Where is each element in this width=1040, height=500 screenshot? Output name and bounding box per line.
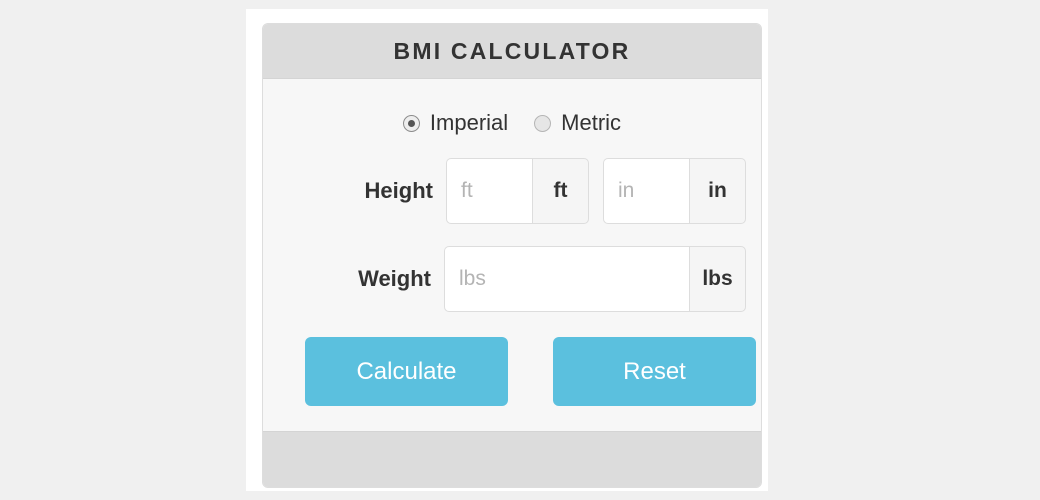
- unit-system-radio-group: Imperial Metric: [263, 79, 761, 136]
- radio-selected-dot-icon: [407, 119, 415, 127]
- bmi-calculator-panel: BMI CALCULATOR Imperial Metric Height ft…: [262, 23, 762, 488]
- calculator-container: BMI CALCULATOR Imperial Metric Height ft…: [246, 9, 768, 491]
- height-label: Height: [364, 178, 433, 203]
- radio-label-metric: Metric: [561, 110, 622, 135]
- weight-input-group: lbs: [444, 246, 746, 312]
- page-title: BMI CALCULATOR: [393, 37, 631, 64]
- radio-label-imperial: Imperial: [429, 110, 509, 135]
- radio-imperial-icon[interactable]: [402, 114, 420, 132]
- height-feet-unit-addon: ft: [532, 158, 589, 224]
- panel-footer: [263, 431, 761, 487]
- radio-metric-icon[interactable]: [534, 114, 552, 132]
- page-root: BMI CALCULATOR Imperial Metric Height ft…: [0, 0, 1040, 500]
- height-feet-input[interactable]: [446, 158, 532, 224]
- weight-input[interactable]: [444, 246, 689, 312]
- weight-label: Weight: [358, 266, 431, 291]
- height-inches-unit-addon: in: [689, 158, 746, 224]
- height-inches-input[interactable]: [603, 158, 689, 224]
- calculate-button[interactable]: Calculate: [305, 337, 508, 406]
- weight-field-row: Weight lbs: [263, 246, 761, 312]
- height-inches-input-group: in: [603, 158, 746, 224]
- radio-option-imperial[interactable]: Imperial: [402, 110, 509, 136]
- action-button-row: Calculate Reset: [263, 337, 761, 406]
- weight-unit-addon: lbs: [689, 246, 746, 312]
- radio-option-metric[interactable]: Metric: [534, 110, 621, 136]
- panel-body: Imperial Metric Height ft ft in in Weigh…: [263, 79, 761, 430]
- reset-button[interactable]: Reset: [553, 337, 756, 406]
- height-field-row: Height ft in: [263, 158, 761, 224]
- height-feet-input-group: ft: [446, 158, 589, 224]
- panel-header: BMI CALCULATOR: [263, 24, 761, 79]
